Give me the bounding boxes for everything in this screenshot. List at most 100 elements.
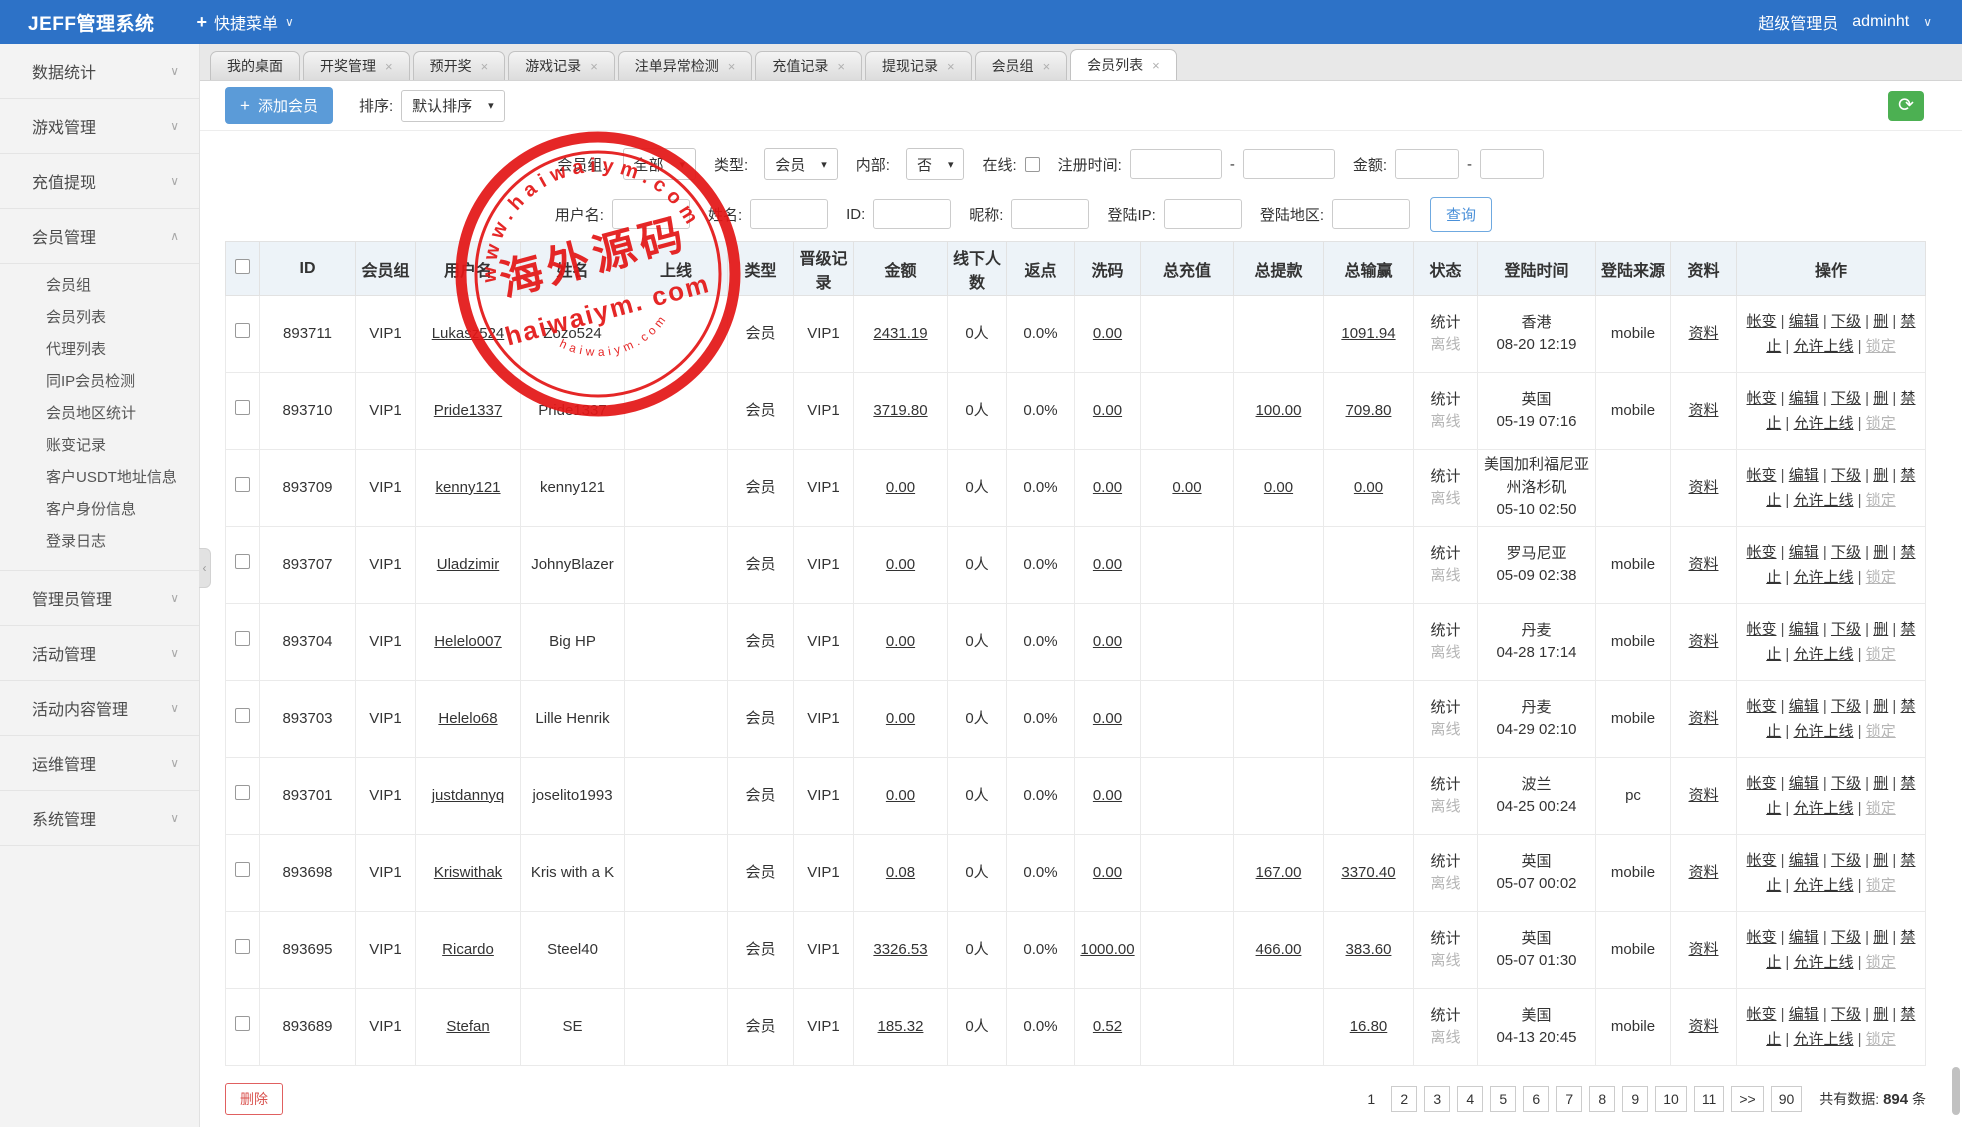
page-button[interactable]: 5: [1490, 1086, 1516, 1112]
amount-link[interactable]: 0.08: [886, 864, 915, 881]
row-checkbox[interactable]: [235, 939, 250, 954]
wash-link[interactable]: 0.00: [1093, 787, 1122, 804]
action-link[interactable]: 下级: [1831, 467, 1861, 484]
nickname-input[interactable]: [1011, 199, 1089, 229]
close-icon[interactable]: ×: [837, 59, 845, 74]
page-button[interactable]: 1: [1358, 1086, 1384, 1112]
action-link[interactable]: 锁定: [1866, 1031, 1896, 1048]
profile-link[interactable]: 资料: [1688, 941, 1718, 958]
action-link[interactable]: 删: [1873, 467, 1888, 484]
action-link[interactable]: 下级: [1831, 852, 1861, 869]
amount-min-input[interactable]: [1395, 149, 1459, 179]
stats-link[interactable]: 统计: [1418, 1005, 1473, 1028]
wash-link[interactable]: 0.00: [1093, 479, 1122, 496]
username-link[interactable]: justdannyq: [432, 787, 505, 804]
action-link[interactable]: 锁定: [1866, 877, 1896, 894]
action-link[interactable]: 编辑: [1789, 390, 1819, 407]
amount-link[interactable]: 0.00: [886, 710, 915, 727]
action-link[interactable]: 帐变: [1746, 698, 1776, 715]
row-checkbox[interactable]: [235, 862, 250, 877]
page-button[interactable]: 11: [1694, 1086, 1725, 1112]
action-link[interactable]: 锁定: [1866, 954, 1896, 971]
close-icon[interactable]: ×: [481, 59, 489, 74]
action-link[interactable]: 帐变: [1746, 313, 1776, 330]
amount-link[interactable]: 0.00: [886, 556, 915, 573]
action-link[interactable]: 编辑: [1789, 929, 1819, 946]
winloss-link[interactable]: 0.00: [1354, 479, 1383, 496]
tab-active[interactable]: 会员列表×: [1070, 49, 1177, 80]
page-button[interactable]: 4: [1457, 1086, 1483, 1112]
action-link[interactable]: 允许上线: [1793, 723, 1853, 740]
page-button[interactable]: 3: [1424, 1086, 1450, 1112]
row-checkbox[interactable]: [235, 785, 250, 800]
close-icon[interactable]: ×: [1152, 58, 1160, 73]
action-link[interactable]: 帐变: [1746, 621, 1776, 638]
action-link[interactable]: 下级: [1831, 621, 1861, 638]
withdraw-link[interactable]: 466.00: [1256, 941, 1302, 958]
username-menu[interactable]: adminht: [1852, 13, 1909, 31]
action-link[interactable]: 删: [1873, 544, 1888, 561]
login-ip-input[interactable]: [1164, 199, 1242, 229]
wash-link[interactable]: 0.52: [1093, 1018, 1122, 1035]
tab-item[interactable]: 预开奖×: [413, 51, 506, 80]
action-link[interactable]: 锁定: [1866, 800, 1896, 817]
action-link[interactable]: 下级: [1831, 544, 1861, 561]
action-link[interactable]: 允许上线: [1793, 569, 1853, 586]
action-link[interactable]: 允许上线: [1793, 877, 1853, 894]
action-link[interactable]: 下级: [1831, 1006, 1861, 1023]
delete-button[interactable]: 删除: [225, 1083, 283, 1115]
action-link[interactable]: 帐变: [1746, 390, 1776, 407]
stats-link[interactable]: 统计: [1418, 851, 1473, 874]
wash-link[interactable]: 0.00: [1093, 402, 1122, 419]
row-checkbox[interactable]: [235, 400, 250, 415]
action-link[interactable]: 编辑: [1789, 467, 1819, 484]
quick-menu-button[interactable]: + 快捷菜单 ∨: [196, 10, 293, 34]
sidebar-collapse-handle[interactable]: ‹: [199, 548, 211, 588]
id-input[interactable]: [873, 199, 951, 229]
profile-link[interactable]: 资料: [1688, 1018, 1718, 1035]
action-link[interactable]: 帐变: [1746, 1006, 1776, 1023]
wash-link[interactable]: 0.00: [1093, 633, 1122, 650]
chevron-down-icon[interactable]: ∨: [1923, 15, 1932, 29]
login-region-input[interactable]: [1332, 199, 1410, 229]
action-link[interactable]: 锁定: [1866, 723, 1896, 740]
wash-link[interactable]: 0.00: [1093, 325, 1122, 342]
action-link[interactable]: 编辑: [1789, 775, 1819, 792]
sidebar-sub-item[interactable]: 客户身份信息: [0, 494, 199, 526]
scrollbar-thumb[interactable]: [1952, 1067, 1960, 1115]
sidebar-sub-item[interactable]: 同IP会员检测: [0, 366, 199, 398]
amount-link[interactable]: 3326.53: [873, 941, 927, 958]
sidebar-sub-item[interactable]: 客户USDT地址信息: [0, 462, 199, 494]
profile-link[interactable]: 资料: [1688, 633, 1718, 650]
username-link[interactable]: Lukasz524: [432, 325, 505, 342]
sidebar-group-item[interactable]: 充值提现∨: [0, 154, 199, 209]
winloss-link[interactable]: 16.80: [1350, 1018, 1388, 1035]
tab-item[interactable]: 会员组×: [975, 51, 1068, 80]
action-link[interactable]: 锁定: [1866, 646, 1896, 663]
winloss-link[interactable]: 1091.94: [1341, 325, 1395, 342]
action-link[interactable]: 编辑: [1789, 313, 1819, 330]
page-button[interactable]: 2: [1391, 1086, 1417, 1112]
type-select[interactable]: 会员 ▾: [764, 148, 838, 180]
action-link[interactable]: 编辑: [1789, 621, 1819, 638]
action-link[interactable]: 允许上线: [1793, 492, 1853, 509]
close-icon[interactable]: ×: [385, 59, 393, 74]
action-link[interactable]: 删: [1873, 775, 1888, 792]
amount-max-input[interactable]: [1480, 149, 1544, 179]
action-link[interactable]: 编辑: [1789, 852, 1819, 869]
action-link[interactable]: 下级: [1831, 390, 1861, 407]
online-checkbox[interactable]: [1025, 157, 1040, 172]
username-link[interactable]: Helelo007: [434, 633, 502, 650]
profile-link[interactable]: 资料: [1688, 556, 1718, 573]
amount-link[interactable]: 2431.19: [873, 325, 927, 342]
action-link[interactable]: 下级: [1831, 929, 1861, 946]
action-link[interactable]: 允许上线: [1793, 338, 1853, 355]
reg-time-start-input[interactable]: [1130, 149, 1222, 179]
page-button[interactable]: 6: [1523, 1086, 1549, 1112]
action-link[interactable]: 删: [1873, 698, 1888, 715]
close-icon[interactable]: ×: [728, 59, 736, 74]
stats-link[interactable]: 统计: [1418, 620, 1473, 643]
search-button[interactable]: 查询: [1430, 197, 1492, 232]
username-link[interactable]: Helelo68: [438, 710, 497, 727]
action-link[interactable]: 允许上线: [1793, 646, 1853, 663]
